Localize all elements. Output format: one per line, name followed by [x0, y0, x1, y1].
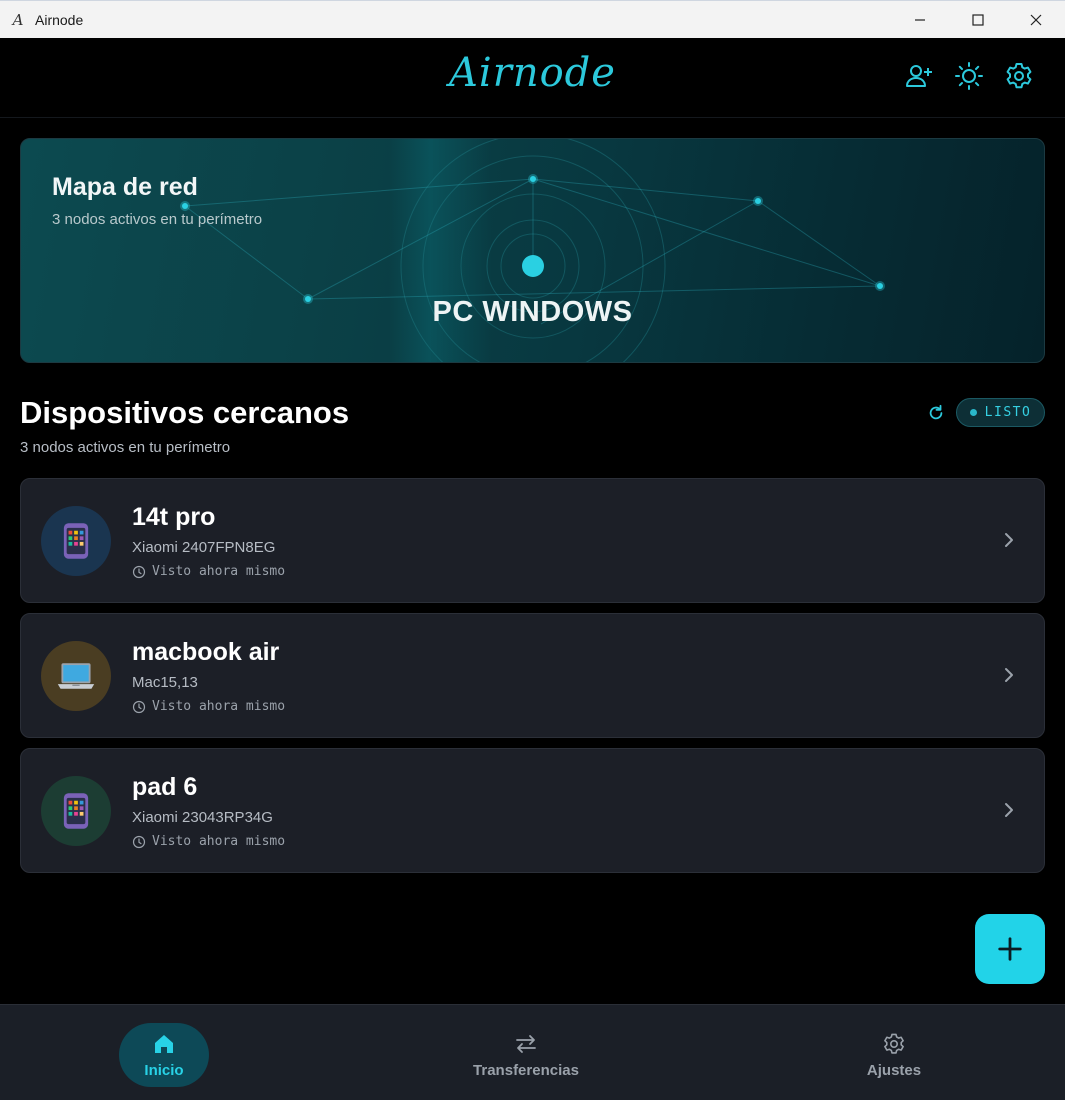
device-avatar — [41, 506, 111, 576]
close-icon — [1030, 14, 1042, 26]
section-subtitle: 3 nodos activos en tu perímetro — [20, 439, 231, 456]
nav-item-inicio[interactable]: Inicio — [84, 1023, 244, 1087]
device-card[interactable]: pad 6 Xiaomi 23043RP34G Visto ahora mism… — [20, 748, 1045, 873]
device-last-seen: Visto ahora mismo — [132, 699, 285, 714]
close-button[interactable] — [1007, 1, 1065, 39]
minimize-icon — [915, 19, 925, 21]
last-seen-text: Visto ahora mismo — [152, 834, 286, 849]
phone-icon — [63, 523, 89, 559]
add-user-icon — [906, 65, 932, 87]
gear-icon — [884, 1033, 904, 1054]
device-model: Xiaomi 2407FPN8EG — [132, 539, 276, 556]
device-name: macbook air — [132, 638, 280, 666]
nav-item-transferencias[interactable]: Transferencias — [446, 1023, 606, 1087]
app-window: A Airnode Airnode Mapa de red 3 nodos ac… — [0, 0, 1065, 1100]
transfer-icon — [516, 1034, 536, 1053]
header-actions — [903, 60, 1035, 92]
device-model: Xiaomi 23043RP34G — [132, 809, 273, 826]
chevron-right-icon — [1005, 803, 1013, 817]
nav-label: Ajustes — [866, 1061, 922, 1079]
nav-label: Transferencias — [473, 1061, 579, 1079]
window-title: Airnode — [35, 11, 84, 28]
theme-toggle-button[interactable] — [953, 60, 985, 92]
device-name: pad 6 — [132, 773, 198, 801]
network-map: Mapa de red 3 nodos activos en tu períme… — [20, 138, 1045, 363]
plus-icon — [998, 937, 1022, 961]
device-name: 14t pro — [132, 503, 216, 531]
device-card[interactable]: macbook air Mac15,13 Visto ahora mismo — [20, 613, 1045, 738]
status-dot-icon — [969, 409, 977, 416]
bottom-navigation: Inicio Transferencias Ajustes — [0, 1004, 1065, 1100]
title-bar: A Airnode — [0, 0, 1065, 38]
home-icon — [155, 1034, 173, 1053]
sun-icon — [955, 62, 983, 90]
phone-icon — [63, 793, 89, 829]
add-user-button[interactable] — [903, 60, 935, 92]
device-model: Mac15,13 — [132, 674, 198, 691]
status-badge: LISTO — [956, 398, 1045, 427]
minimize-button[interactable] — [891, 1, 949, 39]
last-seen-text: Visto ahora mismo — [152, 564, 286, 579]
gear-icon — [1006, 63, 1032, 89]
device-last-seen: Visto ahora mismo — [132, 564, 285, 579]
chevron-right-icon — [1005, 533, 1013, 547]
settings-button[interactable] — [1003, 60, 1035, 92]
app-logo-icon: A — [12, 10, 24, 29]
nav-label: Inicio — [144, 1061, 184, 1079]
device-last-seen: Visto ahora mismo — [132, 834, 285, 849]
status-label: LISTO — [984, 405, 1032, 420]
clock-icon — [132, 565, 146, 578]
device-card[interactable]: 14t pro Xiaomi 2407FPN8EG Visto ahora mi… — [20, 478, 1045, 603]
chevron-right-icon — [1005, 668, 1013, 682]
laptop-icon — [57, 663, 95, 689]
maximize-icon — [972, 14, 984, 26]
app-header: Airnode — [0, 38, 1065, 118]
device-avatar — [41, 776, 111, 846]
maximize-button[interactable] — [949, 1, 1007, 39]
refresh-icon — [929, 404, 943, 420]
network-map-title: Mapa de red — [52, 173, 198, 201]
this-device-label: PC WINDOWS — [432, 296, 633, 328]
network-map-subtitle: 3 nodos activos en tu perímetro — [52, 211, 263, 228]
last-seen-text: Visto ahora mismo — [152, 699, 286, 714]
window-controls — [891, 1, 1065, 39]
refresh-button[interactable] — [925, 402, 947, 424]
device-avatar — [41, 641, 111, 711]
section-title: Dispositivos cercanos — [20, 395, 350, 430]
clock-icon — [132, 700, 146, 713]
clock-icon — [132, 835, 146, 848]
nav-item-ajustes[interactable]: Ajustes — [814, 1023, 974, 1087]
add-device-button[interactable] — [975, 914, 1045, 984]
